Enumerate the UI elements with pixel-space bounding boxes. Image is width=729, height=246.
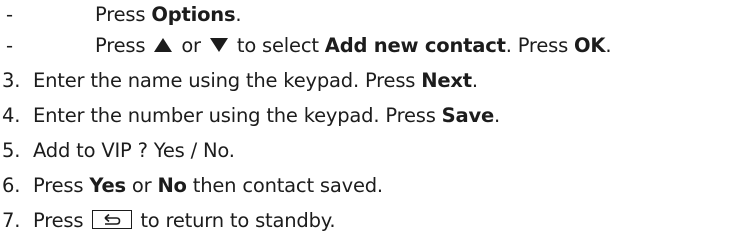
step-text: Enter the name using the keypad. Press N… — [33, 66, 478, 96]
step-text: Add to VIP ? Yes / No. — [33, 136, 235, 166]
substep-text: Press or to select Add new contact. Pres… — [95, 31, 612, 61]
text-segment: . Press — [505, 34, 575, 57]
key-label-next: Next — [421, 69, 472, 92]
key-label-add-new-contact: Add new contact — [324, 34, 506, 57]
back-key-icon — [92, 210, 133, 229]
text-segment: . — [471, 69, 478, 92]
step-number: 6. — [2, 174, 21, 197]
text-segment: . — [605, 34, 612, 57]
key-label-options: Options — [151, 3, 236, 26]
text-segment: Enter the name using the keypad. Press — [33, 69, 422, 92]
text-segment: or — [175, 34, 207, 57]
substep-text: Press Options. — [95, 0, 242, 30]
text-segment: to select — [230, 34, 325, 57]
text-segment: then contact saved. — [186, 174, 383, 197]
up-arrow-icon — [154, 38, 173, 52]
key-label-no: No — [157, 174, 187, 197]
text-segment: Add to VIP ? Yes / No. — [33, 139, 235, 162]
step-text: Press Yes or No then contact saved. — [33, 171, 383, 201]
step-text: Press to return to standby. — [33, 206, 336, 236]
text-segment: Press — [95, 34, 152, 57]
down-arrow-icon — [209, 38, 228, 52]
text-segment: Press — [33, 209, 90, 232]
key-label-yes: Yes — [89, 174, 126, 197]
step-number: 7. — [2, 209, 21, 232]
step-number: 4. — [2, 104, 21, 127]
key-label-ok: OK — [574, 34, 606, 57]
step-number: 5. — [2, 139, 21, 162]
step-text: Enter the number using the keypad. Press… — [33, 101, 500, 131]
dash-marker: - — [6, 3, 13, 26]
text-segment: Press — [33, 174, 90, 197]
text-segment: . — [494, 104, 501, 127]
key-label-save: Save — [441, 104, 495, 127]
text-segment: . — [235, 3, 242, 26]
text-segment: Enter the number using the keypad. Press — [33, 104, 442, 127]
instruction-document: - Press Options. - Press or to select Ad… — [0, 0, 729, 246]
text-segment: Press — [95, 3, 152, 26]
text-segment: to return to standby. — [134, 209, 336, 232]
step-number: 3. — [2, 69, 21, 92]
dash-marker: - — [6, 34, 13, 57]
text-segment: or — [125, 174, 158, 197]
